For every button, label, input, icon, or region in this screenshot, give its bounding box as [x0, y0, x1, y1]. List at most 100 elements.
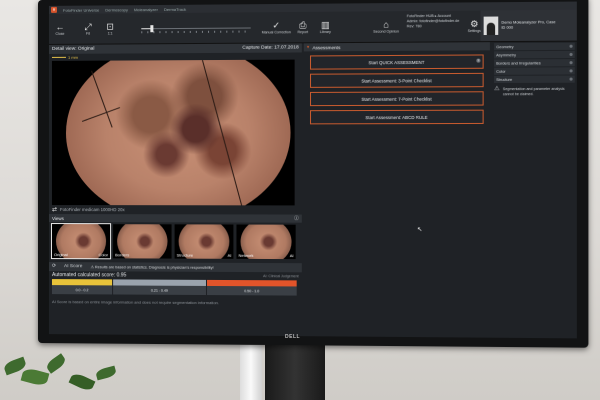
arrow-left-icon: ←: [55, 21, 65, 32]
seven-point-checklist-button[interactable]: Start Assessment: 7-Point Checklist: [309, 91, 484, 107]
patient-avatar: [483, 16, 499, 36]
close-label: Close: [55, 31, 65, 36]
parameters-sidebar: Geometry Asymmetry Borders and Irregular…: [492, 42, 577, 339]
main-toolbar: ← Close ⤢ Fit ⊡ 1:1 ✓ Manual Correction: [48, 9, 577, 45]
detail-title: Detail view: Original: [51, 46, 95, 52]
dell-logo: DELL: [285, 334, 301, 340]
score-range-low: 0.0 - 0.2: [51, 279, 113, 295]
ai-warning: ⚠ Results are based on statistics. Diagn…: [90, 265, 214, 270]
second-opinion-label: Second Opinion: [373, 29, 399, 34]
score-scale: 0.0 - 0.2 0.21 - 0.49 0.50 - 1.0: [51, 279, 299, 297]
patient-card[interactable]: Demo Moleanalyzer Pro, Case ID 000: [480, 9, 577, 42]
report-button[interactable]: ⎙ Report: [292, 13, 315, 42]
abcd-rule-button[interactable]: Start Assessment: ABCD RULE: [309, 109, 484, 125]
close-button[interactable]: ← Close: [49, 15, 71, 43]
sidebar-item-asymmetry[interactable]: Asymmetry: [494, 50, 575, 59]
segmentation-warning-text: Segmentation and parameter analysis cann…: [502, 86, 565, 96]
zoom-square-icon: ⊡: [106, 21, 114, 32]
info-dot-icon: [569, 52, 573, 57]
stand-column: [240, 345, 262, 400]
ai-score-title: AI Score: [64, 264, 83, 270]
revision-label: Rev: 780: [406, 24, 422, 29]
view-thumb-original[interactable]: Original Color: [50, 223, 112, 260]
thumb-sublabel: AI: [289, 253, 294, 259]
help-icon[interactable]: ?: [476, 58, 481, 63]
plant-decoration: [0, 340, 140, 400]
assessments-panel: ▾ Assessments Start QUICK ASSESSMENT? St…: [303, 42, 490, 338]
monitor-neck: [265, 343, 325, 400]
scale-label: 1 mm: [67, 54, 78, 60]
views-title: Views: [51, 215, 64, 221]
score-range-high: 0.50 - 1.0: [207, 279, 297, 297]
thumb-sublabel: AI: [227, 252, 232, 258]
expand-icon: ⤢: [84, 21, 92, 32]
ai-warning-text: Results are based on statistics. Diagnos…: [94, 265, 214, 270]
sidebar-item-color[interactable]: Color: [494, 67, 575, 75]
library-button[interactable]: ▥ Library: [314, 13, 337, 42]
tab-moleanalyzer[interactable]: Moleanalyzer: [134, 7, 158, 12]
info-dot-icon: [569, 44, 573, 48]
gear-icon: ⚙: [470, 18, 479, 29]
segmentation-warning: ⚠ Segmentation and parameter analysis ca…: [494, 86, 575, 97]
score-label: Automated calculated score:: [51, 272, 116, 279]
camera-icon: ⌂: [383, 19, 389, 30]
hub-label: FotoFinder HUB ▸: [406, 13, 437, 19]
info-dot-icon: [569, 69, 573, 73]
zoom-slider-thumb[interactable]: [149, 25, 154, 33]
mouse-cursor-icon: ↖: [417, 227, 423, 234]
window-title: FotoFinder Universe: [62, 6, 100, 13]
swap-arrows-icon[interactable]: ⇄: [52, 206, 57, 213]
fit-button[interactable]: ⤢ Fit: [77, 15, 99, 43]
patient-id: ID 000: [501, 25, 514, 30]
manual-correction-button[interactable]: ✓ Manual Correction: [261, 13, 292, 42]
monitor-bezel: ff FotoFinder Universe Dermoscopy Molean…: [38, 0, 589, 348]
warning-icon: ⚠: [494, 86, 500, 93]
sidebar-item-structure[interactable]: Structure: [494, 75, 575, 84]
tab-dermoscopy[interactable]: Dermoscopy: [105, 7, 128, 12]
view-thumb-structure[interactable]: Structure AI: [174, 224, 234, 259]
zoom-1to1-button[interactable]: ⊡ 1:1: [99, 14, 121, 42]
thumb-label: Network: [238, 252, 254, 258]
thumb-label: Structure: [176, 252, 194, 258]
app-screen: ff FotoFinder Universe Dermoscopy Molean…: [48, 1, 577, 339]
library-icon: ▥: [320, 19, 330, 31]
sidebar-item-borders[interactable]: Borders and Irregularities: [494, 59, 575, 67]
info-icon[interactable]: ⓘ: [294, 216, 299, 222]
tab-dermatrack[interactable]: DermaTrack: [164, 6, 186, 11]
account-label: Account: [437, 13, 451, 18]
detail-panel: Detail view: Original Capture Date: 17.0…: [48, 43, 302, 336]
assessments-title: Assessments: [312, 44, 341, 50]
info-dot-icon: [569, 77, 573, 81]
quick-assessment-button[interactable]: Start QUICK ASSESSMENT?: [309, 54, 484, 70]
fit-label: Fit: [86, 31, 90, 36]
thumb-label: Original: [53, 252, 68, 258]
assessments-header[interactable]: ▾ Assessments: [303, 42, 490, 52]
thumb-label: Borders: [115, 252, 130, 258]
sidebar-item-geometry[interactable]: Geometry: [494, 42, 575, 51]
dermoscopy-image[interactable]: [51, 59, 295, 206]
refresh-icon: ⟳: [51, 264, 57, 270]
view-thumb-borders[interactable]: Borders: [113, 224, 172, 259]
report-label: Report: [297, 30, 309, 35]
second-opinion-button[interactable]: ⌂ Second Opinion: [372, 12, 401, 41]
chevron-down-icon: ▾: [306, 44, 310, 50]
info-dot-icon: [569, 61, 573, 65]
manual-correction-label: Manual Correction: [261, 30, 291, 35]
ai-note: AI Score is based on entire image inform…: [51, 299, 220, 306]
settings-label: Settings: [467, 28, 481, 34]
score-range-mid: 0.21 - 0.49: [113, 279, 206, 296]
zoom-label: 1:1: [107, 31, 113, 36]
account-info[interactable]: FotoFinder HUB ▸ Account Admin: fotofind…: [407, 14, 459, 30]
view-thumbnails: Original Color Borders Structure AI Netw…: [49, 222, 302, 261]
zoom-slider[interactable]: [141, 25, 251, 34]
score-value: 0.95: [116, 272, 127, 279]
check-circle-icon: ✓: [272, 20, 281, 31]
view-thumb-network[interactable]: Network AI: [236, 224, 296, 260]
capture-date: Capture Date: 17.07.2018: [242, 45, 299, 51]
app-logo-icon: ff: [50, 6, 57, 13]
printer-icon: ⎙: [299, 19, 307, 31]
three-point-checklist-button[interactable]: Start Assessment: 3-Point Checklist: [309, 72, 484, 88]
camera-name: FotoFinder medicam 1000HD 20x: [60, 207, 125, 213]
thumb-sublabel: Color: [98, 252, 109, 258]
clinical-judgement-toggle[interactable]: AI: Clinical Judgement: [263, 274, 299, 278]
